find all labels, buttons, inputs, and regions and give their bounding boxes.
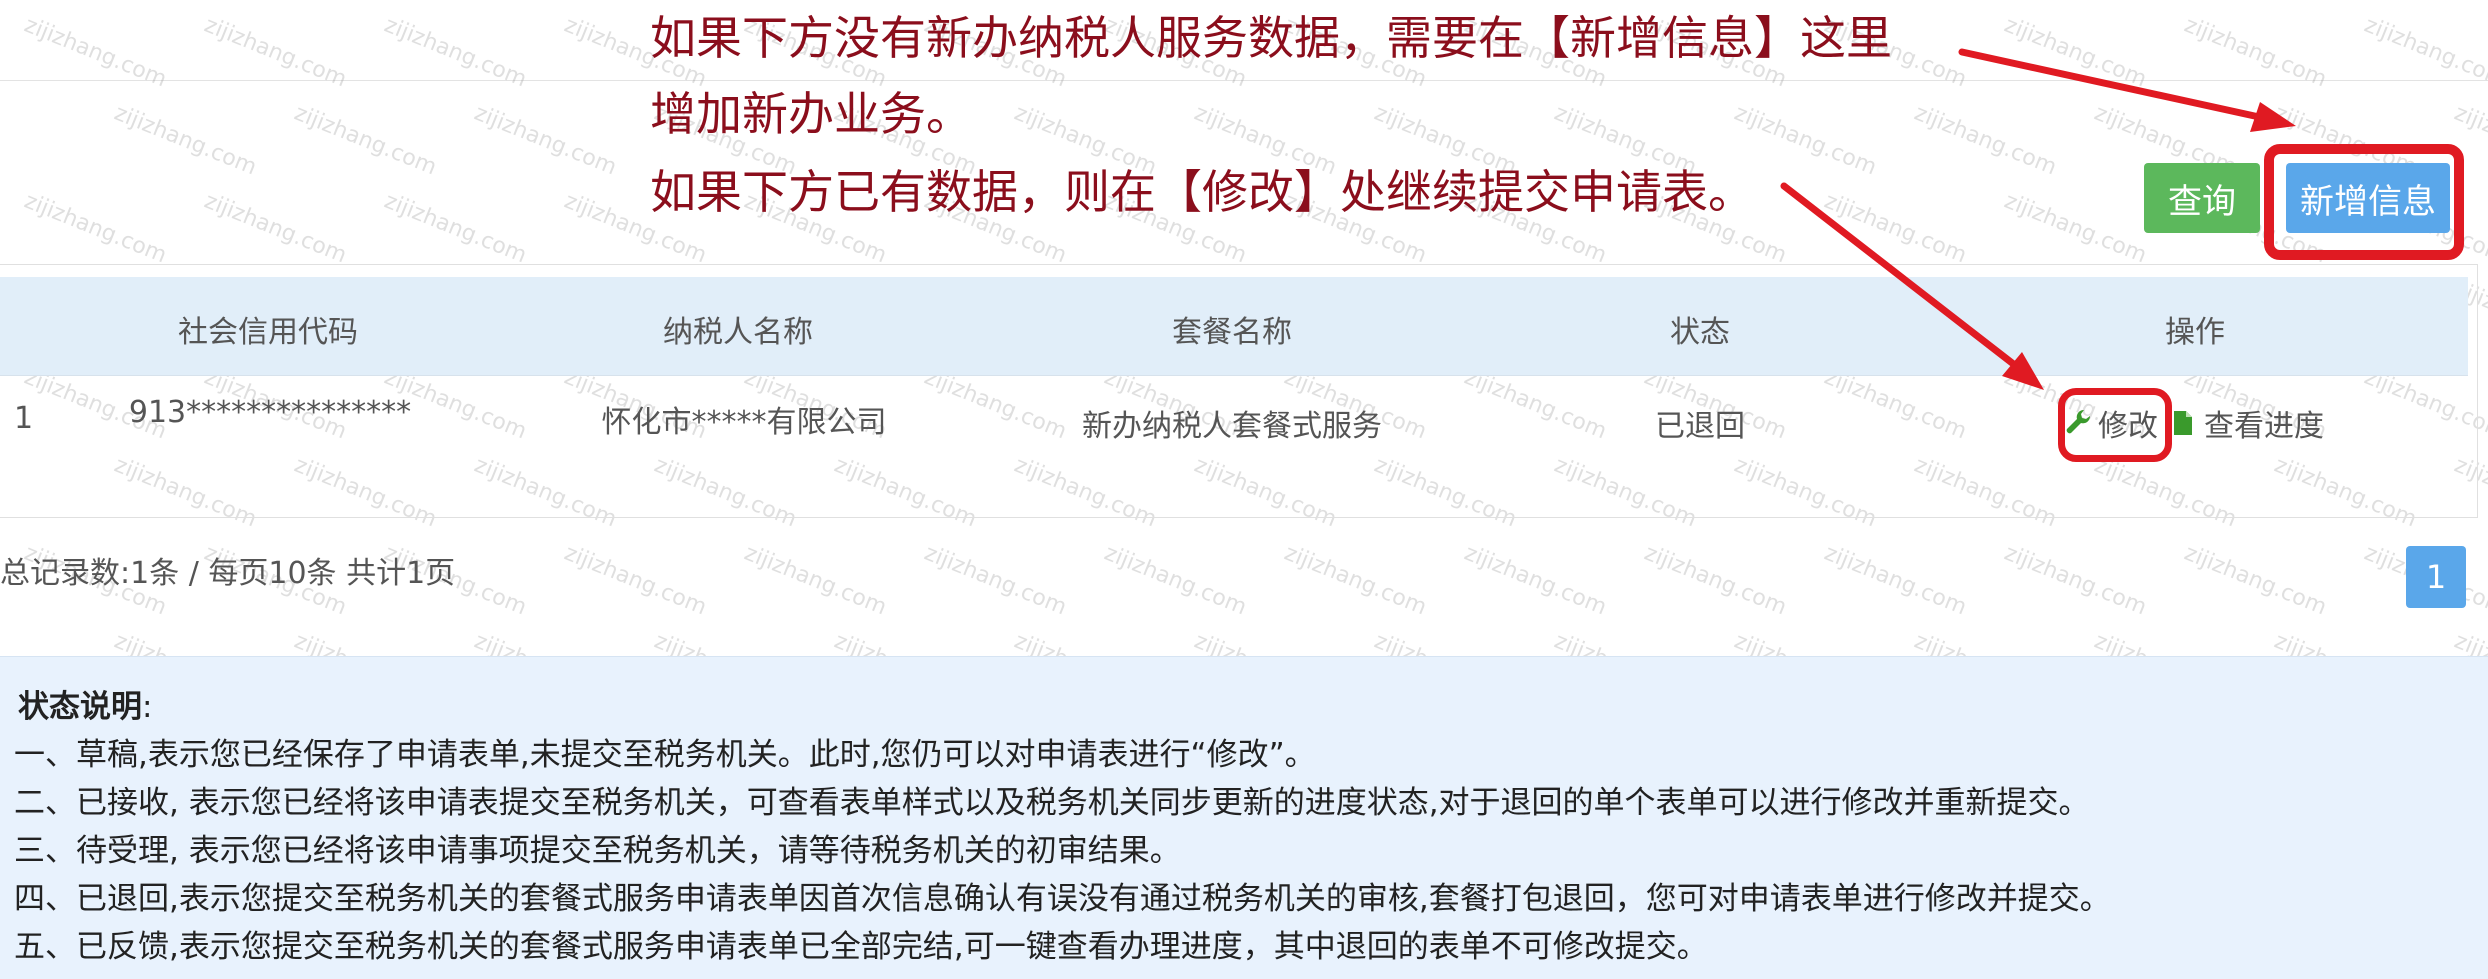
document-icon — [2174, 411, 2192, 435]
annotation-line-1: 如果下方没有新办纳税人服务数据，需要在【新增信息】这里 — [650, 11, 1892, 65]
watermark-text: zijizhang.com — [1640, 540, 1790, 621]
note-item: 二、已接收, 表示您已经将该申请表提交至税务机关，可查看表单样式以及税务机关同步… — [14, 785, 2090, 821]
watermark-text: zijizhang.com — [470, 100, 620, 181]
header-taxpayer-name: 纳税人名称 — [663, 315, 813, 350]
annotation-line-2: 增加新办业务。 — [650, 87, 972, 141]
watermark-text: zijizhang.com — [560, 540, 710, 621]
table-header-row: 社会信用代码 纳税人名称 套餐名称 状态 操作 — [0, 277, 2468, 376]
top-divider — [0, 80, 2488, 81]
watermark-text: zijizhang.com — [2000, 540, 2150, 621]
watermark-text: zijizhang.com — [2180, 540, 2330, 621]
annotation-line-3: 如果下方已有数据，则在【修改】处继续提交申请表。 — [650, 165, 1754, 219]
row-index: 1 — [14, 401, 34, 436]
watermark-text: zijizhang.com — [20, 188, 170, 269]
cell-package-name: 新办纳税人套餐式服务 — [1082, 409, 1382, 444]
watermark-text: zijizhang.com — [290, 100, 440, 181]
note-item: 三、待受理, 表示您已经将该申请事项提交至税务机关，请等待税务机关的初审结果。 — [14, 833, 1181, 869]
watermark-text: zijizhang.com — [200, 188, 350, 269]
highlight-box-edit — [2058, 388, 2172, 462]
note-item: 五、已反馈,表示您提交至税务机关的套餐式服务申请表单已全部完结,可一键查看办理进… — [14, 929, 1708, 965]
watermark-text: zijizhang.com — [1820, 540, 1970, 621]
cell-status: 已退回 — [1655, 409, 1745, 444]
pagination-summary: 总记录数:1条 / 每页10条 共计1页 — [0, 556, 456, 591]
watermark-text: zijizhang.com — [380, 188, 530, 269]
notes-title-text: 状态说明 — [18, 689, 142, 725]
watermark-text: zijizhang.com — [1820, 188, 1970, 269]
watermark-text: zijizhang.com — [2000, 188, 2150, 269]
notes-title: 状态说明: — [18, 681, 152, 726]
watermark-text: zijizhang.com — [1460, 540, 1610, 621]
query-button[interactable]: 查询 — [2144, 163, 2260, 233]
highlight-box-add-info — [2264, 144, 2464, 260]
watermark-text: zijizhang.com — [110, 100, 260, 181]
header-package-name: 套餐名称 — [1172, 315, 1292, 350]
view-progress-link[interactable]: 查看进度 — [2172, 401, 2324, 445]
arrow-to-add-info — [1958, 48, 2296, 132]
watermark-text: zijizhang.com — [740, 540, 890, 621]
header-actions: 操作 — [2165, 315, 2225, 350]
note-item: 一、草稿,表示您已经保存了申请表单,未提交至税务机关。此时,您仍可以对申请表进行… — [14, 737, 1316, 773]
notes-title-colon: : — [142, 689, 153, 725]
page-number-button[interactable]: 1 — [2406, 546, 2466, 608]
watermark-text: zijizhang.com — [1910, 100, 2060, 181]
progress-label: 查看进度 — [2204, 409, 2324, 444]
cell-credit-code: 913*************** — [128, 395, 412, 430]
watermark-text: zijizhang.com — [920, 540, 1070, 621]
cell-taxpayer-name: 怀化市*****有限公司 — [601, 405, 887, 440]
watermark-text: zijizhang.com — [1100, 540, 1250, 621]
note-item: 四、已退回,表示您提交至税务机关的套餐式服务申请表单因首次信息确认有误没有通过税… — [14, 881, 2111, 917]
watermark-text: zijizhang.com — [1280, 540, 1430, 621]
header-credit-code: 社会信用代码 — [178, 315, 358, 350]
header-status: 状态 — [1670, 315, 1730, 350]
status-notes-panel: 状态说明: 一、草稿,表示您已经保存了申请表单,未提交至税务机关。此时,您仍可以… — [0, 656, 2488, 979]
